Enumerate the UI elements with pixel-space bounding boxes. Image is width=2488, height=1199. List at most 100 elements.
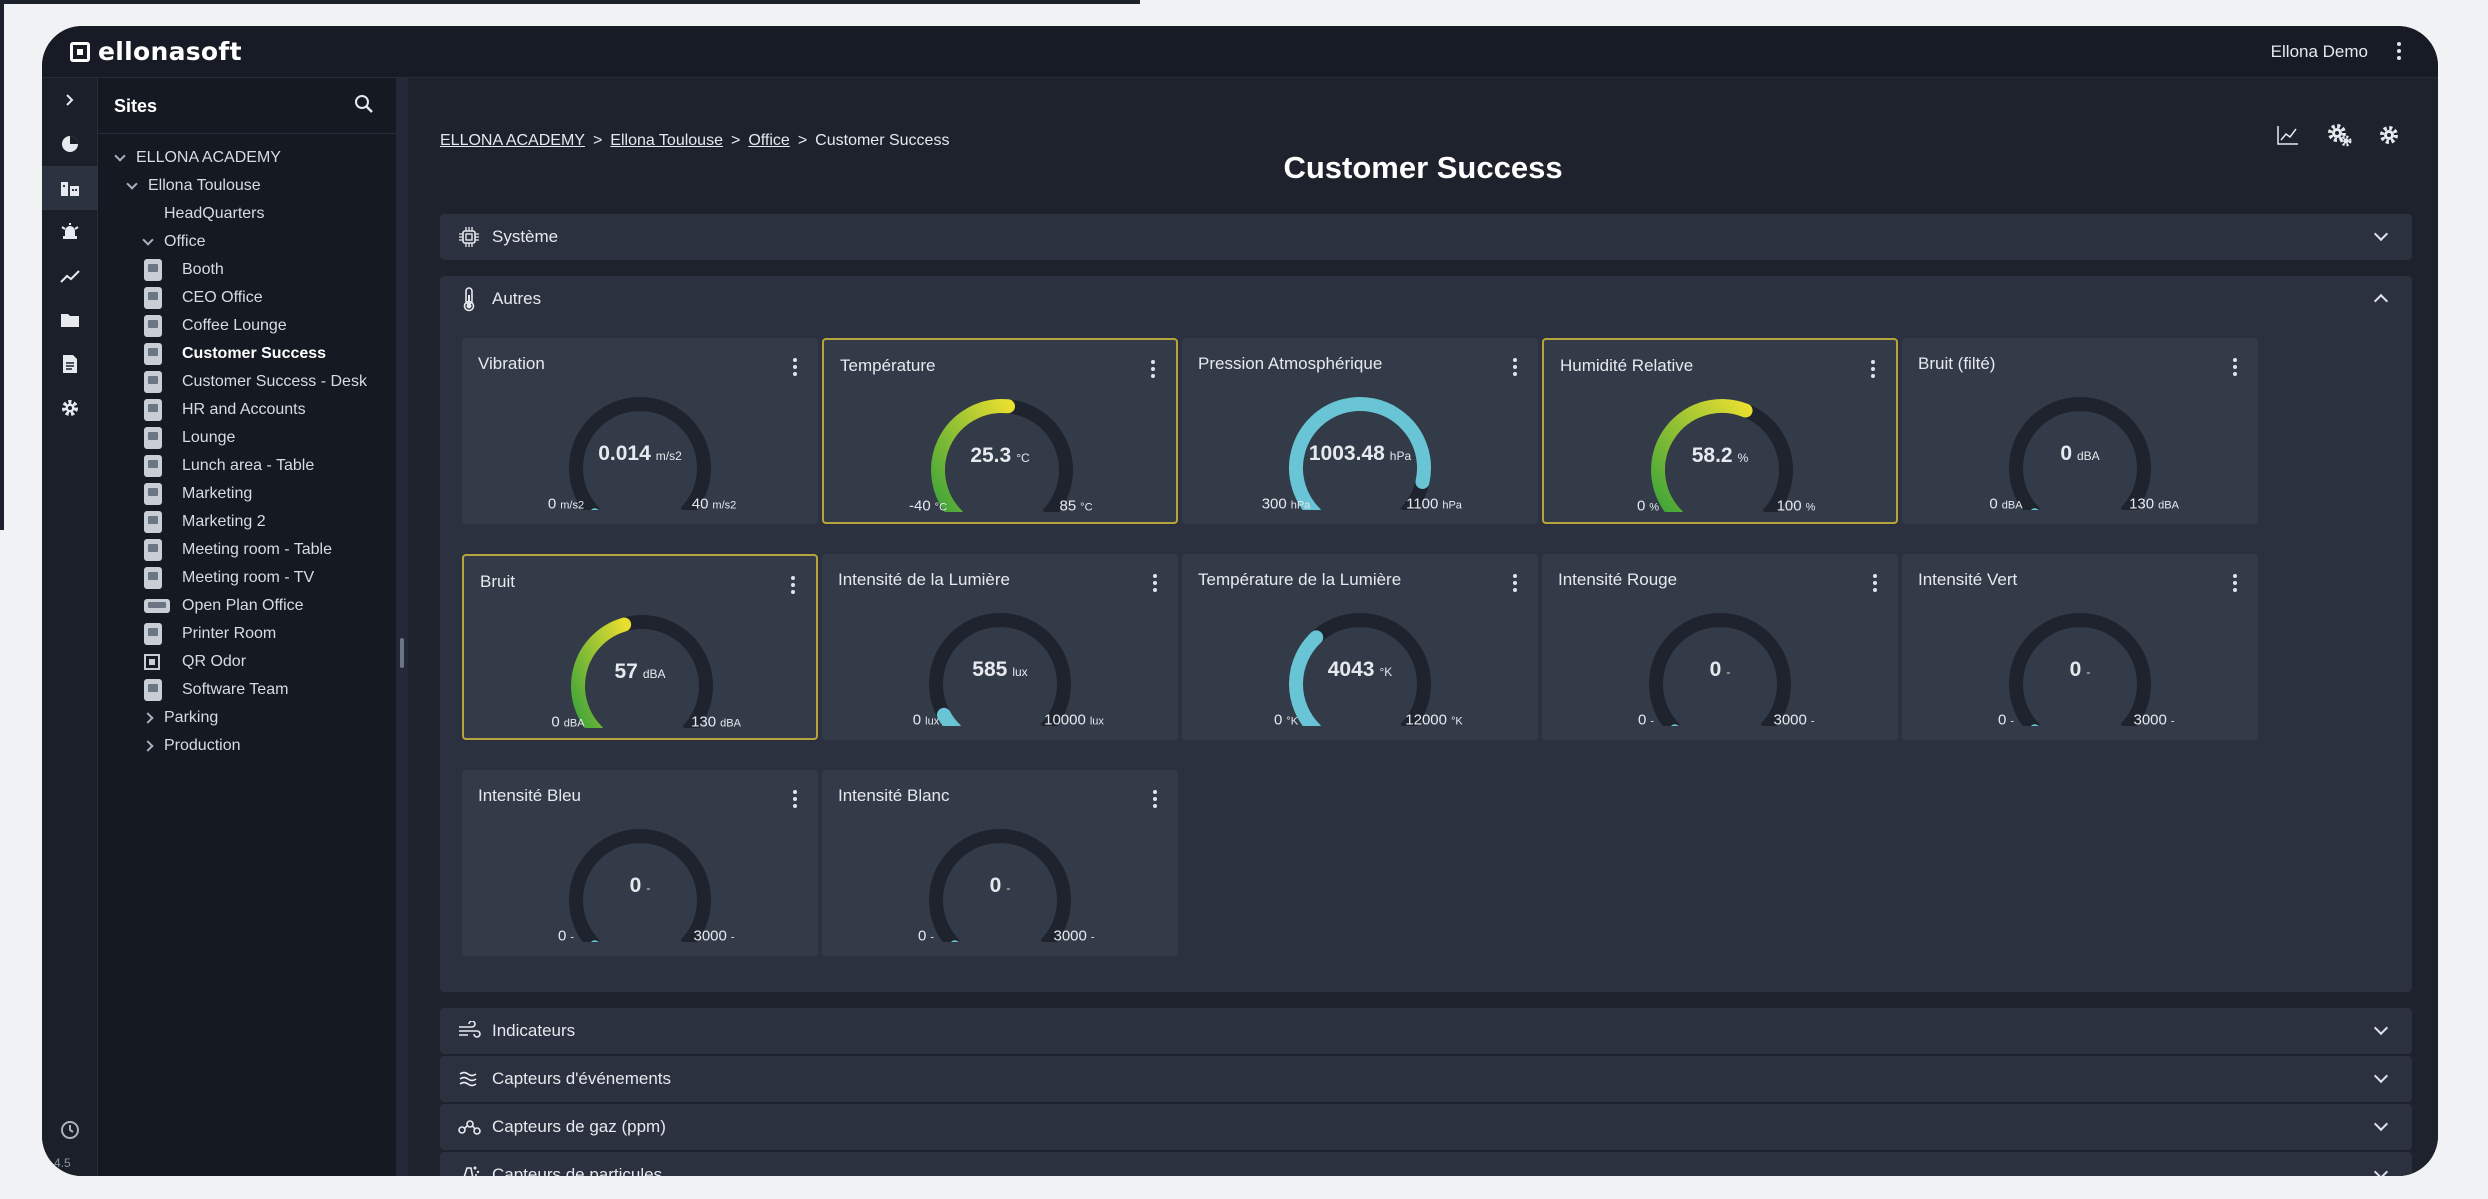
- sensor-card[interactable]: Intensité de la Lumière 585 lux 0 lux 10000 lu…: [822, 554, 1178, 740]
- section-indicateurs[interactable]: Indicateurs: [440, 1008, 2412, 1054]
- tree-item[interactable]: Marketing 2: [144, 508, 266, 536]
- value-unit: dBA: [2077, 449, 2100, 463]
- section-evenements[interactable]: Capteurs d'événements: [440, 1056, 2412, 1102]
- min-unit: lux: [925, 715, 940, 728]
- tree-item[interactable]: Coffee Lounge: [144, 312, 287, 340]
- tree-item[interactable]: Lounge: [144, 424, 235, 452]
- tree-item[interactable]: Customer Success: [144, 340, 326, 368]
- chevron-right-icon[interactable]: [142, 740, 154, 752]
- max-number: 3000: [1773, 711, 1807, 729]
- clock-icon[interactable]: [42, 1108, 98, 1152]
- sensor-card[interactable]: Humidité Relative 58.2% 0% 100%: [1542, 338, 1898, 524]
- section-systeme[interactable]: Système: [440, 214, 2412, 260]
- tree-item[interactable]: Production: [142, 732, 241, 760]
- breadcrumb-toulouse[interactable]: Ellona Toulouse: [610, 132, 723, 150]
- tree-item[interactable]: Lunch area - Table: [144, 452, 314, 480]
- chevron-right-icon[interactable]: [142, 712, 154, 724]
- sensor-card[interactable]: Intensité Vert 0-0-3000-: [1902, 554, 2258, 740]
- settings-icon[interactable]: [42, 386, 98, 430]
- tree-item[interactable]: Ellona Toulouse: [126, 172, 261, 200]
- chevron-down-icon[interactable]: [126, 178, 138, 190]
- user-menu-icon[interactable]: [2396, 42, 2402, 60]
- section-header[interactable]: Autres: [440, 276, 2412, 322]
- sensor-card[interactable]: Température de la Lumière 4043 °K 0 °K 12000 °…: [1182, 554, 1538, 740]
- configure-icon[interactable]: [2326, 122, 2352, 153]
- tree-item[interactable]: QR Odor: [144, 648, 246, 676]
- chevron-down-icon[interactable]: [2373, 226, 2389, 242]
- tree-item[interactable]: HR and Accounts: [144, 396, 306, 424]
- tree-item[interactable]: Office: [142, 228, 206, 256]
- tree-item[interactable]: ELLONA ACADEMY: [114, 144, 281, 172]
- sensor-card[interactable]: Vibration 0.014 m/s2 0 m/s2 40 m/s2: [462, 338, 818, 524]
- sensor-card[interactable]: Intensité Bleu 0-0-3000-: [462, 770, 818, 956]
- value-unit: hPa: [1389, 449, 1412, 463]
- section-header[interactable]: Capteurs de particules: [440, 1152, 2412, 1176]
- value-unit: -: [2086, 665, 2091, 679]
- card-menu-icon[interactable]: [792, 358, 798, 376]
- chevron-down-icon[interactable]: [142, 234, 154, 246]
- sensor-card[interactable]: Pression Atmosphérique 1003.48 hPa 300 hPa 11…: [1182, 338, 1538, 524]
- chart-icon[interactable]: [2276, 124, 2300, 151]
- tree-item[interactable]: Customer Success - Desk: [144, 368, 367, 396]
- user-name[interactable]: Ellona Demo: [2271, 42, 2368, 62]
- card-menu-icon[interactable]: [790, 576, 796, 594]
- sites-icon[interactable]: [42, 166, 98, 210]
- breadcrumb-academy[interactable]: ELLONA ACADEMY: [440, 132, 585, 150]
- dashboard-icon[interactable]: [42, 122, 98, 166]
- sensor-card[interactable]: Intensité Blanc 0-0-3000-: [822, 770, 1178, 956]
- app-bar: ellonasoft Ellona Demo: [42, 26, 2438, 78]
- chevron-down-icon[interactable]: [114, 150, 126, 162]
- card-menu-icon[interactable]: [1152, 574, 1158, 592]
- card-menu-icon[interactable]: [1152, 790, 1158, 808]
- splitter-handle[interactable]: [400, 638, 404, 668]
- gauge-min: 0 m/s2: [548, 496, 584, 513]
- section-header[interactable]: Système: [440, 214, 2412, 260]
- card-menu-icon[interactable]: [2232, 358, 2238, 376]
- settings-icon[interactable]: [2378, 124, 2400, 151]
- chevron-down-icon[interactable]: [2373, 1116, 2389, 1132]
- tree-item[interactable]: CEO Office: [144, 284, 263, 312]
- sensor-card[interactable]: Bruit 57 dBA 0 dBA 130 dBA: [462, 554, 818, 740]
- card-menu-icon[interactable]: [1872, 574, 1878, 592]
- alarm-icon[interactable]: [42, 210, 98, 254]
- section-header[interactable]: Capteurs d'événements: [440, 1056, 2412, 1102]
- section-particules[interactable]: Capteurs de particules: [440, 1152, 2412, 1176]
- sensor-card[interactable]: Température 25.3 °C -40 °C 85 °C: [822, 338, 1178, 524]
- value-number: 4043: [1327, 658, 1375, 681]
- tree-item[interactable]: Open Plan Office: [144, 592, 304, 620]
- tree-item[interactable]: Meeting room - TV: [144, 564, 314, 592]
- folder-icon[interactable]: [42, 298, 98, 342]
- sensor-card[interactable]: Bruit (filté) 0 dBA 0 dBA 130 dBA: [1902, 338, 2258, 524]
- tree-item[interactable]: Marketing: [144, 480, 252, 508]
- section-header[interactable]: Indicateurs: [440, 1008, 2412, 1054]
- breadcrumb-office[interactable]: Office: [748, 132, 790, 150]
- expand-rail-icon[interactable]: [42, 78, 98, 122]
- card-menu-icon[interactable]: [1870, 360, 1876, 378]
- tree-item[interactable]: Software Team: [144, 676, 288, 704]
- tree-item[interactable]: Parking: [142, 704, 218, 732]
- tree-item[interactable]: HeadQuarters: [164, 200, 265, 228]
- chevron-up-icon[interactable]: [2373, 293, 2389, 309]
- gauge-min: 0-: [1638, 712, 1654, 729]
- value-number: 0: [2069, 658, 2082, 681]
- gauge-value: 25.3 °C: [824, 444, 1176, 468]
- card-menu-icon[interactable]: [1512, 358, 1518, 376]
- tree-item[interactable]: Booth: [144, 256, 224, 284]
- search-icon[interactable]: [354, 94, 374, 119]
- card-menu-icon[interactable]: [1512, 574, 1518, 592]
- card-menu-icon[interactable]: [1150, 360, 1156, 378]
- trend-icon[interactable]: [42, 254, 98, 298]
- tree-item[interactable]: Meeting room - Table: [144, 536, 332, 564]
- brand-logo[interactable]: ellonasoft: [70, 37, 242, 66]
- chevron-down-icon[interactable]: [2373, 1164, 2389, 1176]
- chevron-down-icon[interactable]: [2373, 1020, 2389, 1036]
- section-header[interactable]: Capteurs de gaz (ppm): [440, 1104, 2412, 1150]
- card-menu-icon[interactable]: [2232, 574, 2238, 592]
- report-icon[interactable]: [42, 342, 98, 386]
- chevron-down-icon[interactable]: [2373, 1068, 2389, 1084]
- panel-splitter[interactable]: [396, 78, 408, 1176]
- sensor-card[interactable]: Intensité Rouge 0-0-3000-: [1542, 554, 1898, 740]
- section-gaz[interactable]: Capteurs de gaz (ppm): [440, 1104, 2412, 1150]
- tree-item[interactable]: Printer Room: [144, 620, 276, 648]
- card-menu-icon[interactable]: [792, 790, 798, 808]
